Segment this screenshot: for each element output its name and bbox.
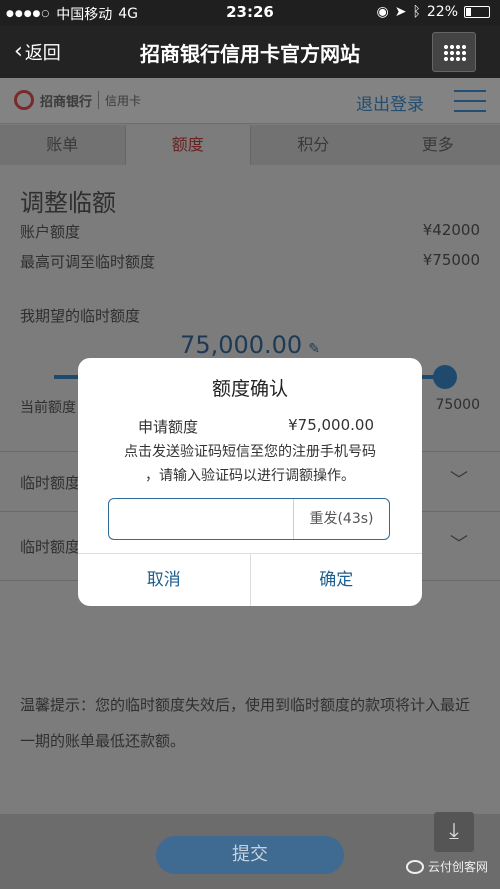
verification-code-box: 重发(43s) (108, 498, 390, 540)
logo-divider (98, 91, 100, 109)
cancel-button[interactable]: 取消 (78, 554, 250, 606)
status-right: ◉ ➤ ᛒ 22% (377, 4, 490, 20)
limit-confirm-dialog: 额度确认 申请额度 ¥75,000.00 点击发送验证码短信至您的注册手机号码 … (78, 358, 422, 606)
dialog-title: 额度确认 (211, 378, 288, 400)
dialog-message-line-1: 点击发送验证码短信至您的注册手机号码 (124, 444, 376, 460)
dialog-message: 点击发送验证码短信至您的注册手机号码 ，请输入验证码以进行调额操作。 (78, 440, 422, 488)
watermark: 云付创客网 (405, 858, 488, 875)
watermark-text: 云付创客网 (427, 860, 488, 874)
expect-amount[interactable]: 75,000.00 ✎ (0, 331, 500, 359)
dialog-amount-value: ¥75,000.00 (288, 416, 374, 434)
edit-icon[interactable]: ✎ (308, 341, 320, 357)
download-icon[interactable]: ⤓ (434, 812, 474, 852)
tab-bill[interactable]: 账单 (0, 125, 125, 165)
status-bar: ●●●●○ 中国移动 4G 23:26 ◉ ➤ ᛒ 22% (0, 0, 500, 26)
lock-rotation-icon: ◉ (376, 4, 389, 20)
dialog-actions: 取消 确定 (78, 553, 422, 606)
nav-title: 招商银行信用卡官方网站 (140, 42, 360, 66)
chevron-down-icon: ﹀ (450, 470, 468, 491)
wechat-icon (405, 859, 424, 874)
account-limit-row: 账户额度 ¥42000 (20, 221, 480, 242)
logout-link[interactable]: 退出登录 (356, 90, 424, 115)
expect-amount-value: 75,000.00 (180, 331, 303, 359)
submit-button[interactable]: 提交 (156, 836, 344, 874)
nav-bar: ‹ 返回 招商银行信用卡官方网站 (0, 26, 500, 78)
dialog-message-line-2: ，请输入验证码以进行调额操作。 (145, 468, 355, 484)
max-temp-label: 最高可调至临时额度 (20, 253, 156, 271)
chevron-down-icon: ﹀ (450, 534, 468, 555)
location-icon: ➤ (394, 4, 407, 20)
tab-bar: 账单 额度 积分 更多 (0, 125, 500, 165)
battery-label: 22% (426, 4, 458, 20)
account-limit-label: 账户额度 (20, 223, 81, 241)
more-menu-button[interactable] (432, 32, 476, 72)
bank-logo: 招商银行 信用卡 (14, 90, 141, 110)
resend-code-button[interactable]: 重发(43s) (293, 499, 389, 539)
bank-logo-icon (14, 90, 34, 110)
tab-limit[interactable]: 额度 (124, 125, 251, 165)
dialog-amount-label: 申请额度 (138, 418, 199, 436)
confirm-button[interactable]: 确定 (249, 554, 423, 606)
battery-icon (464, 6, 490, 18)
tab-more[interactable]: 更多 (376, 125, 500, 165)
account-limit-value: ¥42000 (422, 221, 480, 239)
grid-dots-icon (443, 44, 467, 62)
max-temp-row: 最高可调至临时额度 ¥75000 (20, 251, 480, 272)
logo-card-text: 信用卡 (105, 93, 142, 108)
page-title: 调整临额 (20, 189, 116, 217)
warm-tip: 温馨提示：您的临时额度失效后，使用到临时额度的款项将计入最近一期的账单最低还款额… (20, 696, 471, 750)
slider-min-label: 当前额度 (20, 400, 76, 416)
max-temp-value: ¥75000 (422, 251, 480, 269)
expect-label: 我期望的临时额度 (20, 307, 141, 325)
bank-logo-text: 招商银行 (40, 94, 93, 110)
site-header: 招商银行 信用卡 退出登录 (0, 78, 500, 124)
slider-max-label: 75000 (435, 397, 480, 413)
temp-limit-field-2-label: 临时额度 (20, 538, 81, 556)
temp-limit-field-1-label: 临时额度 (20, 474, 81, 492)
limit-slider-handle[interactable] (433, 365, 457, 389)
verification-code-input[interactable] (109, 499, 293, 539)
hamburger-menu-icon[interactable] (454, 90, 486, 112)
tab-points[interactable]: 积分 (251, 125, 376, 165)
bluetooth-icon: ᛒ (412, 4, 421, 20)
